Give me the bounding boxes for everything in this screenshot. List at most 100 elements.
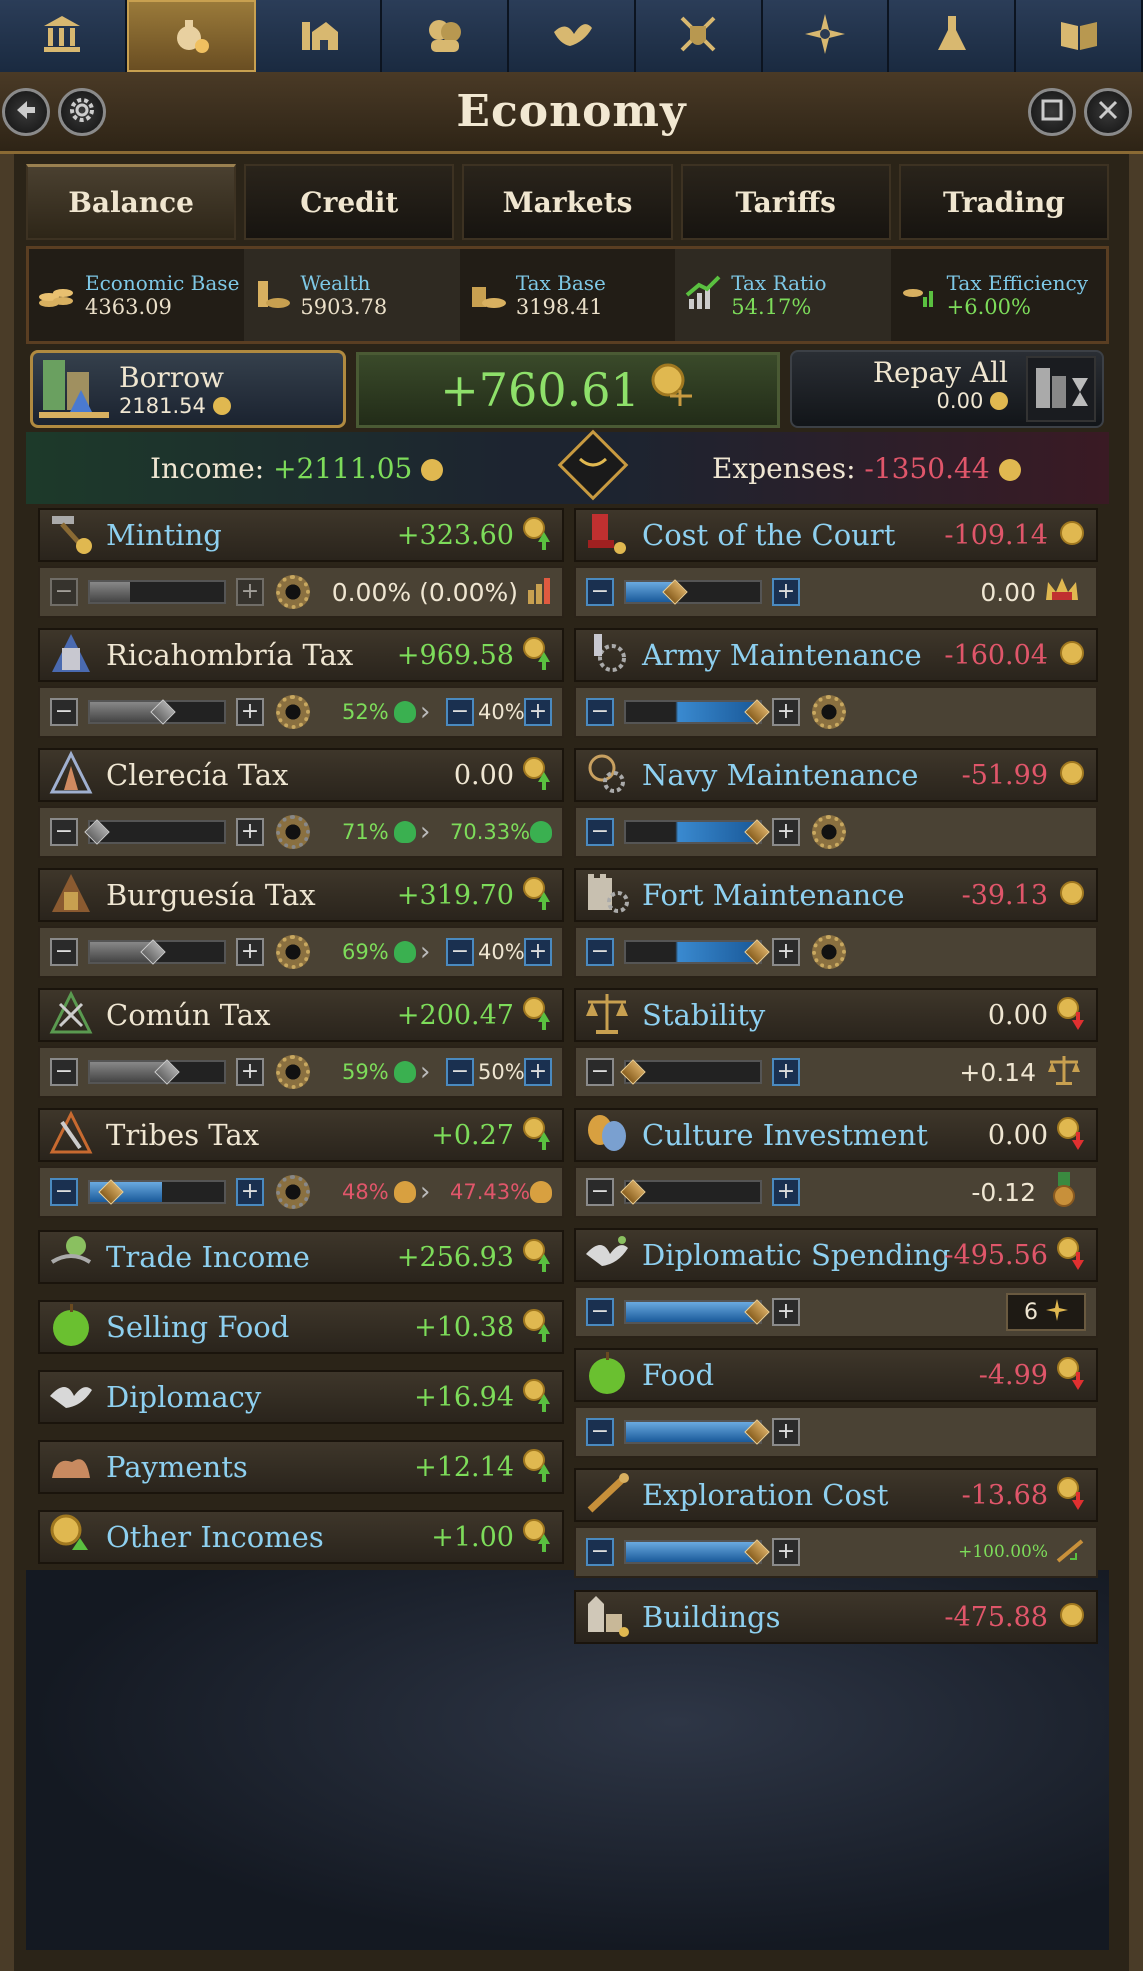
ricahombria-target-increase-button[interactable]: + <box>524 698 552 726</box>
fort-slider[interactable] <box>624 939 770 965</box>
ricahombria-increase-button[interactable]: + <box>236 698 264 726</box>
court-increase-button[interactable]: + <box>772 578 800 606</box>
repay-all-button[interactable]: Repay All 0.00 <box>790 350 1104 428</box>
close-button[interactable] <box>1084 88 1132 136</box>
settings-button[interactable] <box>58 88 106 136</box>
fort-increase-button[interactable]: + <box>772 938 800 966</box>
food-increase-button[interactable]: + <box>772 1418 800 1446</box>
navy-decrease-button[interactable]: − <box>586 818 614 846</box>
food-decrease-button[interactable]: − <box>586 1418 614 1446</box>
nav-tab-buildings[interactable] <box>255 0 383 72</box>
ricahombria-target-decrease-button[interactable]: − <box>446 698 474 726</box>
tab-trading[interactable]: Trading <box>898 164 1110 240</box>
nav-tab-codex[interactable] <box>1016 0 1143 72</box>
income-row-diplomacy[interactable]: Diplomacy +16.94 <box>38 1370 564 1424</box>
nav-tab-military[interactable] <box>635 0 763 72</box>
comun-slider[interactable] <box>88 1059 226 1085</box>
comun-increase-button[interactable]: + <box>236 1058 264 1086</box>
automation-gear-icon[interactable] <box>276 1055 310 1089</box>
minting-increase-button[interactable]: + <box>236 578 264 606</box>
tribes-increase-button[interactable]: + <box>236 1178 264 1206</box>
expense-row-food[interactable]: Food -4.99 <box>574 1348 1098 1402</box>
clerecia-slider[interactable] <box>84 819 226 845</box>
army-increase-button[interactable]: + <box>772 698 800 726</box>
diplomatic-increase-button[interactable]: + <box>772 1298 800 1326</box>
nav-tab-government[interactable] <box>0 0 127 72</box>
maximize-button[interactable] <box>1028 88 1076 136</box>
nav-tab-diplomacy[interactable] <box>509 0 636 72</box>
toggle-visibility-button[interactable] <box>557 429 629 501</box>
automation-gear-icon[interactable] <box>276 815 310 849</box>
tribes-decrease-button[interactable]: − <box>50 1178 78 1206</box>
burguesia-slider[interactable] <box>88 939 226 965</box>
income-row-selling-food[interactable]: Selling Food +10.38 <box>38 1300 564 1354</box>
comun-target-decrease-button[interactable]: − <box>446 1058 474 1086</box>
expense-row-court[interactable]: Cost of the Court -109.14 <box>574 508 1098 562</box>
automation-gear-icon[interactable] <box>276 575 310 609</box>
automation-gear-icon[interactable] <box>812 695 846 729</box>
expense-row-culture[interactable]: Culture Investment 0.00 <box>574 1108 1098 1162</box>
income-row-ricahombria[interactable]: Ricahombría Tax +969.58 <box>38 628 564 682</box>
culture-increase-button[interactable]: + <box>772 1178 800 1206</box>
automation-gear-icon[interactable] <box>276 935 310 969</box>
burguesia-target-decrease-button[interactable]: − <box>446 938 474 966</box>
ricahombria-slider[interactable] <box>88 699 226 725</box>
stability-decrease-button[interactable]: − <box>586 1058 614 1086</box>
court-decrease-button[interactable]: − <box>586 578 614 606</box>
income-row-trade[interactable]: Trade Income +256.93 <box>38 1230 564 1284</box>
burguesia-increase-button[interactable]: + <box>236 938 264 966</box>
clerecia-decrease-button[interactable]: − <box>50 818 78 846</box>
comun-decrease-button[interactable]: − <box>50 1058 78 1086</box>
stability-slider[interactable] <box>620 1059 762 1085</box>
nav-tab-research[interactable] <box>889 0 1017 72</box>
automation-gear-icon[interactable] <box>276 695 310 729</box>
stability-increase-button[interactable]: + <box>772 1058 800 1086</box>
navy-increase-button[interactable]: + <box>772 818 800 846</box>
income-row-clerecia[interactable]: Clerecía Tax 0.00 <box>38 748 564 802</box>
tab-credit[interactable]: Credit <box>244 164 455 240</box>
tribes-slider[interactable] <box>88 1179 226 1205</box>
diplomatic-decrease-button[interactable]: − <box>586 1298 614 1326</box>
nav-tab-population[interactable] <box>382 0 510 72</box>
court-slider[interactable] <box>624 579 762 605</box>
expense-row-army[interactable]: Army Maintenance -160.04 <box>574 628 1098 682</box>
food-slider[interactable] <box>624 1419 770 1445</box>
nav-tab-exploration[interactable] <box>762 0 890 72</box>
expense-row-fort[interactable]: Fort Maintenance -39.13 <box>574 868 1098 922</box>
minting-decrease-button[interactable]: − <box>50 578 78 606</box>
comun-target-increase-button[interactable]: + <box>524 1058 552 1086</box>
tab-balance[interactable]: Balance <box>26 164 237 240</box>
ricahombria-decrease-button[interactable]: − <box>50 698 78 726</box>
culture-decrease-button[interactable]: − <box>586 1178 614 1206</box>
culture-slider[interactable] <box>620 1179 762 1205</box>
income-row-minting[interactable]: Minting +323.60 <box>38 508 564 562</box>
diplomatic-slider[interactable] <box>624 1299 770 1325</box>
tab-tariffs[interactable]: Tariffs <box>680 164 891 240</box>
expense-row-buildings[interactable]: Buildings -475.88 <box>574 1590 1098 1644</box>
army-slider[interactable] <box>624 699 770 725</box>
expense-row-diplomatic[interactable]: Diplomatic Spending -495.56 <box>574 1228 1098 1282</box>
tab-markets[interactable]: Markets <box>462 164 673 240</box>
income-row-payments[interactable]: Payments +12.14 <box>38 1440 564 1494</box>
income-row-tribes[interactable]: Tribes Tax +0.27 <box>38 1108 564 1162</box>
income-row-comun[interactable]: Común Tax +200.47 <box>38 988 564 1042</box>
exploration-increase-button[interactable]: + <box>772 1538 800 1566</box>
exploration-decrease-button[interactable]: − <box>586 1538 614 1566</box>
expense-row-stability[interactable]: Stability 0.00 <box>574 988 1098 1042</box>
navy-slider[interactable] <box>624 819 770 845</box>
nav-tab-economy[interactable] <box>126 0 256 72</box>
burguesia-target-increase-button[interactable]: + <box>524 938 552 966</box>
automation-gear-icon[interactable] <box>276 1175 310 1209</box>
income-row-other[interactable]: Other Incomes +1.00 <box>38 1510 564 1564</box>
minting-slider[interactable] <box>88 580 226 604</box>
income-row-burguesia[interactable]: Burguesía Tax +319.70 <box>38 868 564 922</box>
borrow-button[interactable]: Borrow 2181.54 <box>30 350 346 428</box>
back-button[interactable] <box>2 88 50 136</box>
expense-row-exploration[interactable]: Exploration Cost -13.68 <box>574 1468 1098 1522</box>
fort-decrease-button[interactable]: − <box>586 938 614 966</box>
clerecia-increase-button[interactable]: + <box>236 818 264 846</box>
exploration-slider[interactable] <box>624 1539 770 1565</box>
automation-gear-icon[interactable] <box>812 935 846 969</box>
expense-row-navy[interactable]: Navy Maintenance -51.99 <box>574 748 1098 802</box>
automation-gear-icon[interactable] <box>812 815 846 849</box>
